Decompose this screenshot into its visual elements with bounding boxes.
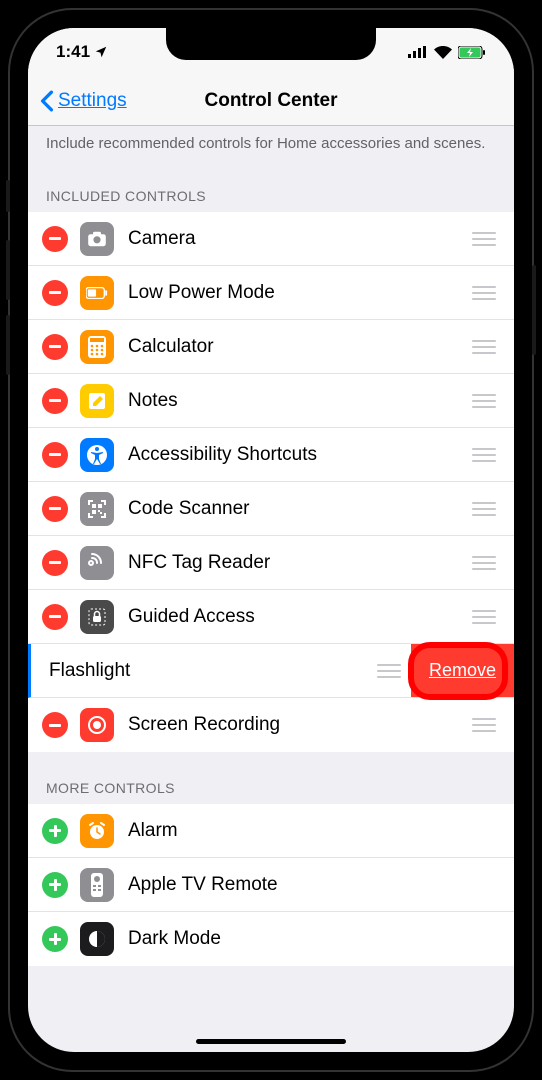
row-label: NFC Tag Reader (128, 552, 472, 574)
drag-handle[interactable] (472, 286, 496, 300)
notch (166, 28, 376, 60)
row-label: Alarm (128, 820, 514, 842)
remove-circle-button[interactable] (42, 550, 68, 576)
status-time: 1:41 (56, 42, 90, 62)
drag-handle[interactable] (472, 448, 496, 462)
row-code-scanner[interactable]: Code Scanner (28, 482, 514, 536)
record-icon (80, 708, 114, 742)
drag-handle[interactable] (472, 394, 496, 408)
wifi-icon (434, 46, 452, 59)
qr-icon (80, 492, 114, 526)
remote-icon (80, 868, 114, 902)
volume-up-button[interactable] (6, 240, 10, 300)
remove-circle-button[interactable] (42, 280, 68, 306)
remove-circle-button[interactable] (42, 442, 68, 468)
notes-icon (80, 384, 114, 418)
drag-handle[interactable] (377, 664, 401, 678)
row-label: Low Power Mode (128, 282, 472, 304)
row-label: Dark Mode (128, 928, 514, 950)
calculator-icon (80, 330, 114, 364)
drag-handle[interactable] (472, 718, 496, 732)
row-label: Apple TV Remote (128, 874, 514, 896)
nfc-icon (80, 546, 114, 580)
row-label: Calculator (128, 336, 472, 358)
lock-icon (80, 600, 114, 634)
add-circle-button[interactable] (42, 926, 68, 952)
darkmode-icon (80, 922, 114, 956)
chevron-left-icon (40, 90, 54, 112)
included-controls-list: Camera Low Power Mode Calculator Notes (28, 212, 514, 752)
remove-circle-button[interactable] (42, 226, 68, 252)
add-circle-button[interactable] (42, 872, 68, 898)
row-apple-tv-remote[interactable]: Apple TV Remote (28, 858, 514, 912)
row-label: Accessibility Shortcuts (128, 444, 472, 466)
remove-circle-button[interactable] (42, 604, 68, 630)
more-controls-list: Alarm Apple TV Remote Dark Mode (28, 804, 514, 966)
row-label: Notes (128, 390, 472, 412)
battery-icon (80, 276, 114, 310)
cellular-icon (408, 46, 428, 58)
row-guided-access[interactable]: Guided Access (28, 590, 514, 644)
row-camera[interactable]: Camera (28, 212, 514, 266)
row-calculator[interactable]: Calculator (28, 320, 514, 374)
row-label: Code Scanner (128, 498, 472, 520)
row-low-power-mode[interactable]: Low Power Mode (28, 266, 514, 320)
drag-handle[interactable] (472, 502, 496, 516)
screen: 1:41 Settings Control Center Include rec… (28, 28, 514, 1052)
remove-circle-button[interactable] (42, 388, 68, 414)
alarm-icon (80, 814, 114, 848)
drag-handle[interactable] (472, 232, 496, 246)
row-nfc-tag-reader[interactable]: NFC Tag Reader (28, 536, 514, 590)
row-screen-recording[interactable]: Screen Recording (28, 698, 514, 752)
row-label: Camera (128, 228, 472, 250)
row-accessibility-shortcuts[interactable]: Accessibility Shortcuts (28, 428, 514, 482)
remove-circle-button[interactable] (42, 496, 68, 522)
add-circle-button[interactable] (42, 818, 68, 844)
row-alarm[interactable]: Alarm (28, 804, 514, 858)
row-flashlight[interactable]: Flashlight Remove (28, 644, 514, 698)
phone-frame: 1:41 Settings Control Center Include rec… (10, 10, 532, 1070)
back-label: Settings (58, 90, 127, 112)
row-label: Screen Recording (128, 714, 472, 736)
volume-down-button[interactable] (6, 315, 10, 375)
home-indicator[interactable] (196, 1039, 346, 1044)
remove-circle-button[interactable] (42, 712, 68, 738)
row-dark-mode[interactable]: Dark Mode (28, 912, 514, 966)
remove-button[interactable]: Remove (411, 644, 514, 697)
drag-handle[interactable] (472, 610, 496, 624)
row-label: Guided Access (128, 606, 472, 628)
remove-circle-button[interactable] (42, 334, 68, 360)
row-label: Flashlight (49, 660, 377, 682)
included-controls-header: INCLUDED CONTROLS (28, 160, 514, 212)
more-controls-header: MORE CONTROLS (28, 752, 514, 804)
camera-icon (80, 222, 114, 256)
drag-handle[interactable] (472, 556, 496, 570)
location-arrow-icon (94, 45, 108, 59)
section-description: Include recommended controls for Home ac… (28, 126, 514, 160)
back-button[interactable]: Settings (40, 90, 127, 112)
battery-charging-icon (458, 46, 486, 59)
nav-bar: Settings Control Center (28, 76, 514, 126)
power-button[interactable] (532, 265, 536, 355)
drag-handle[interactable] (472, 340, 496, 354)
accessibility-icon (80, 438, 114, 472)
silence-switch[interactable] (6, 180, 10, 212)
row-notes[interactable]: Notes (28, 374, 514, 428)
